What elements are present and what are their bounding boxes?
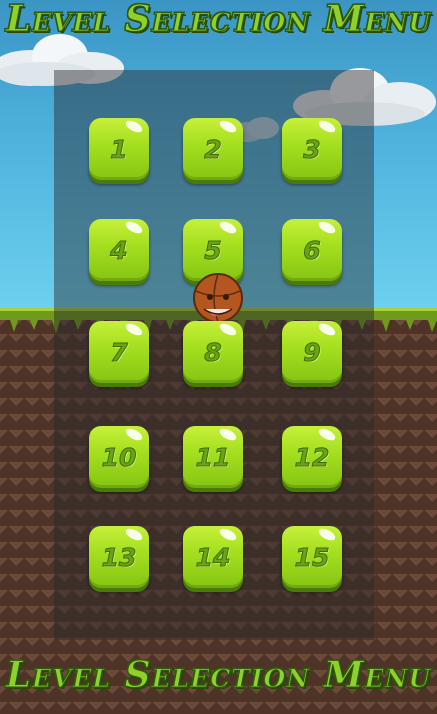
button-shine [217,426,239,443]
level-number: 1 [110,134,128,164]
button-shine [316,219,338,236]
game-scene: Level Selection Menu 1 2 3 4 5 6 7 8 9 1… [0,0,437,714]
level-button-14[interactable]: 14 [183,526,243,588]
level-number: 9 [303,337,321,367]
level-number: 12 [294,442,330,472]
button-shine [217,118,239,135]
button-shine [123,526,145,543]
level-button-7[interactable]: 7 [89,321,149,383]
basketball-character [193,273,243,323]
menu-title-bottom: Level Selection Menu [5,654,432,697]
button-shine [123,426,145,443]
button-shine [217,219,239,236]
level-number: 3 [303,134,321,164]
level-number: 8 [204,337,222,367]
level-number: 2 [204,134,222,164]
button-shine [316,426,338,443]
level-button-12[interactable]: 12 [282,426,342,488]
button-shine [316,118,338,135]
level-button-8[interactable]: 8 [183,321,243,383]
level-button-2[interactable]: 2 [183,118,243,180]
menu-title-top: Level Selection Menu [5,0,432,41]
level-button-11[interactable]: 11 [183,426,243,488]
button-shine [316,321,338,338]
level-number: 4 [110,235,128,265]
level-button-1[interactable]: 1 [89,118,149,180]
level-button-3[interactable]: 3 [282,118,342,180]
level-number: 10 [101,442,137,472]
level-number: 15 [294,542,330,572]
level-button-13[interactable]: 13 [89,526,149,588]
level-button-10[interactable]: 10 [89,426,149,488]
level-number: 6 [303,235,321,265]
level-button-6[interactable]: 6 [282,219,342,281]
button-shine [316,526,338,543]
level-number: 13 [101,542,137,572]
button-shine [123,219,145,236]
level-number: 14 [195,542,231,572]
level-button-15[interactable]: 15 [282,526,342,588]
button-shine [217,321,239,338]
button-shine [123,118,145,135]
button-shine [123,321,145,338]
level-number: 11 [195,442,231,472]
level-number: 5 [204,235,222,265]
level-button-4[interactable]: 4 [89,219,149,281]
level-button-9[interactable]: 9 [282,321,342,383]
level-button-5[interactable]: 5 [183,219,243,281]
button-shine [217,526,239,543]
level-number: 7 [110,337,128,367]
